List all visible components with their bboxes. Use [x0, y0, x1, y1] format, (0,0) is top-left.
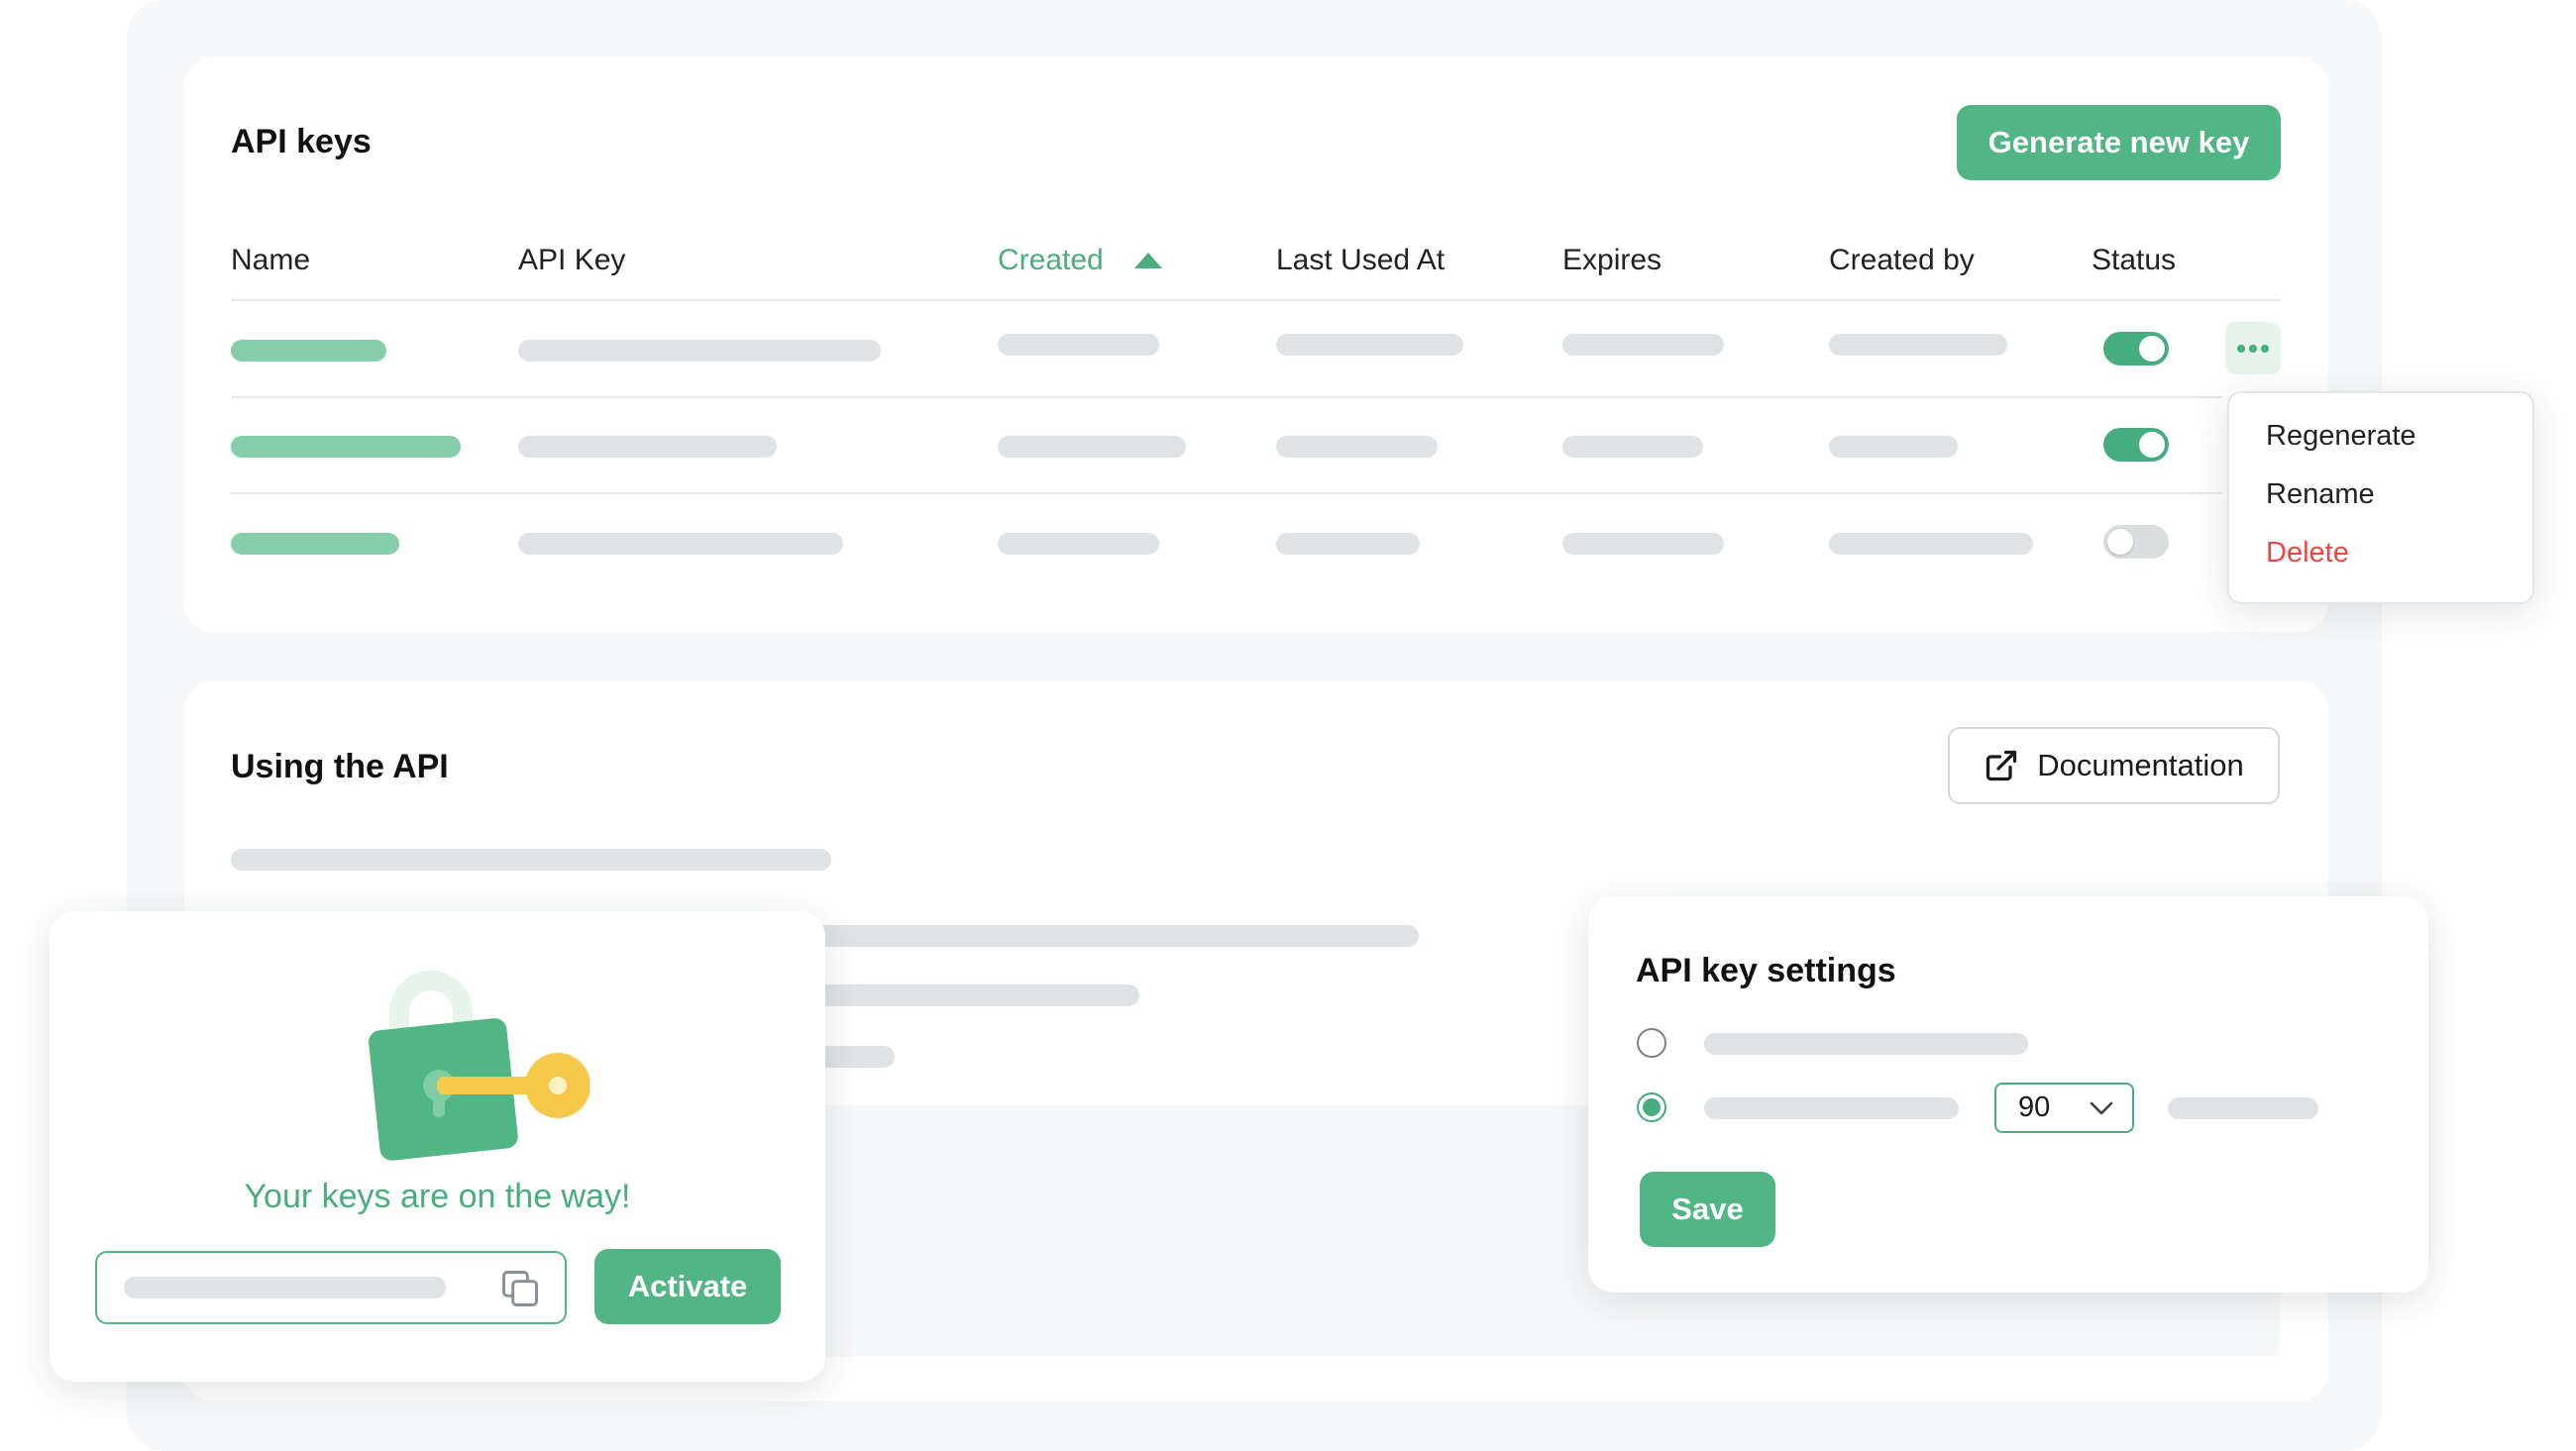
- status-toggle[interactable]: [2103, 332, 2169, 365]
- column-header-created-label: Created: [998, 244, 1104, 276]
- option-label-placeholder: [1704, 1097, 1959, 1119]
- status-toggle[interactable]: [2103, 525, 2169, 559]
- expires-placeholder: [1562, 334, 1724, 356]
- more-horizontal-icon: [2237, 344, 2269, 353]
- created-by-placeholder: [1829, 334, 2007, 356]
- expiry-option-radio-1[interactable]: [1637, 1028, 1666, 1058]
- menu-item-delete[interactable]: Delete: [2266, 537, 2349, 570]
- column-header-name[interactable]: Name: [231, 244, 310, 277]
- table-header-divider: [231, 299, 2280, 301]
- api-key-placeholder: [518, 436, 777, 458]
- api-key-placeholder: [518, 533, 843, 555]
- row-actions-button[interactable]: [2225, 322, 2281, 374]
- text-placeholder: [773, 985, 1139, 1006]
- last-used-placeholder: [1276, 533, 1420, 555]
- table-row-divider: [231, 492, 2222, 494]
- sort-ascending-icon: [1133, 253, 1162, 268]
- created-by-placeholder: [1829, 436, 1958, 458]
- status-toggle[interactable]: [2103, 428, 2169, 462]
- documentation-label: Documentation: [2037, 748, 2244, 782]
- text-placeholder: [231, 849, 831, 871]
- column-header-api-key[interactable]: API Key: [518, 244, 625, 277]
- column-header-created-by[interactable]: Created by: [1829, 244, 1975, 277]
- expiry-days-select[interactable]: 90: [1994, 1083, 2134, 1133]
- expires-placeholder: [1562, 436, 1703, 458]
- keys-popup-message: Your keys are on the way!: [244, 1178, 631, 1215]
- column-header-expires[interactable]: Expires: [1562, 244, 1662, 277]
- column-header-created[interactable]: Created: [998, 244, 1163, 277]
- key-name-placeholder: [231, 533, 399, 555]
- created-placeholder: [998, 436, 1186, 458]
- last-used-placeholder: [1276, 334, 1463, 356]
- expiry-days-value: 90: [2018, 1091, 2051, 1123]
- option-label-placeholder: [1704, 1033, 2028, 1055]
- external-link-icon: [1986, 750, 2017, 781]
- activate-button[interactable]: Activate: [594, 1249, 781, 1324]
- key-name-placeholder: [231, 436, 461, 458]
- key-value-placeholder: [124, 1277, 446, 1298]
- key-value-field[interactable]: [95, 1251, 567, 1324]
- api-key-placeholder: [518, 340, 881, 362]
- expiry-option-radio-2[interactable]: [1637, 1092, 1666, 1122]
- column-header-status[interactable]: Status: [2092, 244, 2176, 277]
- lock-and-key-illustration: [369, 971, 590, 1161]
- last-used-placeholder: [1276, 436, 1438, 458]
- text-placeholder: [773, 925, 1419, 947]
- created-by-placeholder: [1829, 533, 2033, 555]
- save-button[interactable]: Save: [1640, 1172, 1775, 1247]
- created-placeholder: [998, 533, 1159, 555]
- column-header-last-used-at[interactable]: Last Used At: [1276, 244, 1445, 277]
- generate-new-key-button[interactable]: Generate new key: [1957, 105, 2281, 180]
- api-keys-title: API keys: [231, 123, 372, 160]
- key-name-placeholder: [231, 340, 386, 362]
- created-placeholder: [998, 334, 1159, 356]
- option-suffix-placeholder: [2168, 1097, 2318, 1119]
- menu-item-regenerate[interactable]: Regenerate: [2266, 420, 2416, 453]
- expires-placeholder: [1562, 533, 1724, 555]
- using-api-title: Using the API: [231, 748, 449, 785]
- table-row-divider: [231, 396, 2222, 398]
- copy-icon[interactable]: [498, 1267, 542, 1310]
- chevron-down-icon: [2090, 1101, 2113, 1114]
- documentation-button[interactable]: Documentation: [1948, 727, 2280, 804]
- menu-item-rename[interactable]: Rename: [2266, 478, 2375, 511]
- api-key-settings-title: API key settings: [1636, 952, 1896, 989]
